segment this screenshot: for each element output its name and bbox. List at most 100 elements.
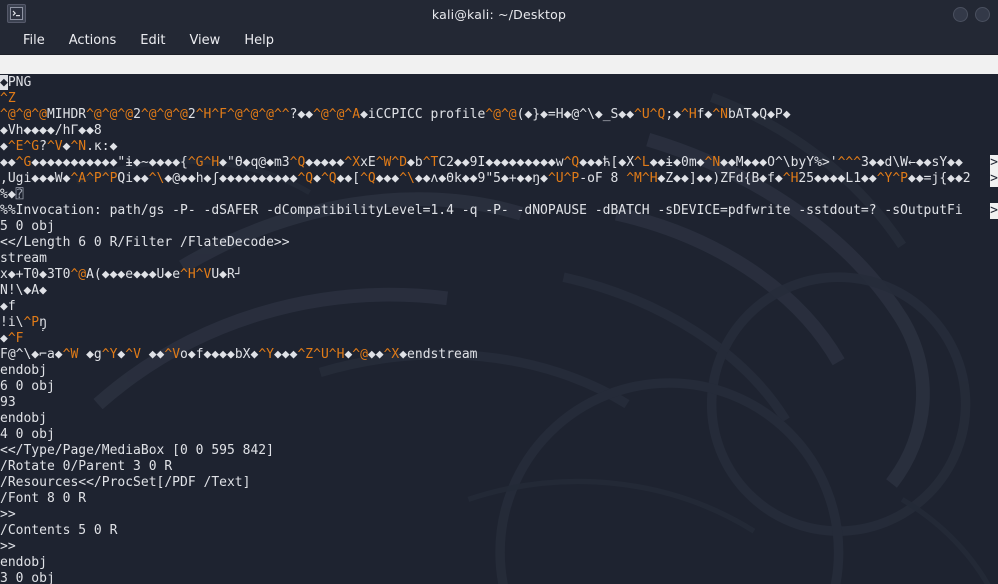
nano-segment-plain: /Resources<</ProcSet[/PDF /Text] — [0, 475, 251, 490]
menu-view[interactable]: View — [178, 30, 231, 52]
nano-segment-ctl: ^H — [681, 107, 697, 122]
nano-line: ◆PNG — [0, 75, 998, 91]
nano-segment-ctl: ^V — [46, 139, 63, 154]
nano-line: /Resources<</ProcSet[/PDF /Text] — [0, 475, 998, 491]
nano-segment-ctl: ^G — [15, 155, 32, 170]
nano-line: /Rotate 0/Parent 3 0 R — [0, 459, 998, 475]
nano-line: 6 0 obj — [0, 379, 998, 395]
nano-segment-plain: ◆◆M◆◆◆O^\byY%>' — [720, 155, 838, 170]
nano-line: ◆^E^G?^V◆^N.к:◆ — [0, 139, 998, 155]
nano-segment-plain: ◆◆ — [140, 347, 165, 362]
nano-segment-plain: ◆Vh◆◆◆◆/hΓ◆◆8 — [0, 123, 102, 138]
nano-segment-plain: ◆ — [313, 171, 321, 186]
nano-segment-plain: bAT◆Q◆P◆ — [727, 107, 791, 122]
nano-segment-ctl: ^M^H — [626, 171, 658, 186]
maximize-button[interactable] — [975, 6, 990, 22]
nano-segment-plain: >> — [0, 539, 16, 554]
nano-segment-ctl: ^Q — [320, 171, 337, 186]
nano-line: ◆f — [0, 299, 998, 315]
nano-segment-plain: f◆ — [696, 107, 713, 122]
nano-segment-plain: ◆g — [78, 347, 102, 362]
nano-segment-plain: 6 0 obj — [0, 379, 55, 394]
nano-segment-plain: ◆iCCPICC profile — [360, 107, 486, 122]
nano-segment-ctl: ^U^P — [547, 171, 580, 186]
terminal-content[interactable]: GNU nano 7.2 flag2of2-final.pdf ◆PNG^Z^@… — [0, 55, 998, 584]
nano-segment-ctl: ^H^V — [180, 267, 212, 282]
nano-line: 3 0 obj — [0, 571, 998, 584]
nano-segment-ctl: ^E^G — [7, 139, 40, 154]
nano-segment-plain: ◆@◆◆h◆ʃ◆◆◆◆◆◆◆◆◆◆ — [164, 171, 298, 186]
nano-segment-ctl: ^F — [7, 331, 24, 346]
nano-segment-plain: ◆ — [0, 331, 8, 346]
window-titlebar: kali@kali: ~/Desktop — [0, 0, 998, 28]
nano-segment-plain: ◆◆ — [367, 347, 384, 362]
nano-segment-plain: MIHDR — [46, 107, 87, 122]
nano-segment-ctl: ^N — [704, 155, 721, 170]
nano-line: %%Invocation: path/gs -P- -dSAFER -dComp… — [0, 203, 998, 219]
nano-text-buffer[interactable]: ◆PNG ^Z ^@^@^@MIHDR^@^@^@2^@^@^@2^H^F^@^@^… — [0, 74, 998, 584]
nano-segment-plain: ◆◆[ — [336, 171, 361, 186]
nano-segment-ctl: ^X — [383, 347, 400, 362]
nano-segment-ctl: ^N — [70, 139, 87, 154]
menu-file[interactable]: File — [12, 30, 56, 52]
nano-line: ◆Vh◆◆◆◆/hΓ◆◆8 — [0, 123, 998, 139]
nano-line: !i\^Pŋ̦ — [0, 315, 998, 331]
nano-segment-plain: ◆◆◆◆◆ — [305, 155, 345, 170]
terminal-window: kali@kali: ~/Desktop File Actions Edit V… — [0, 0, 998, 584]
nano-line: 4 0 obj — [0, 427, 998, 443]
nano-segment-plain: ◆◆=j{◆◆2 — [908, 171, 971, 186]
nano-segment-plain: U◆R┘ — [211, 267, 243, 282]
nano-segment-plain: ◆" — [219, 155, 235, 170]
nano-segment-ctl: ^W — [62, 347, 79, 362]
nano-segment-plain: -oF 8 — [579, 171, 627, 186]
nano-line: endobj — [0, 411, 998, 427]
nano-segment-inv: ◆ — [0, 75, 8, 90]
nano-segment-plain: ,Ugi◆◆◆W◆ — [0, 171, 71, 186]
line-continuation-marker: > — [990, 203, 998, 219]
nano-line: endobj — [0, 363, 998, 379]
nano-segment-ctl: ^L — [634, 155, 650, 170]
window-title: kali@kali: ~/Desktop — [431, 6, 567, 22]
nano-segment-ctl: ^Y — [258, 347, 274, 362]
nano-segment-plain: F@^\◆⌐a◆ — [0, 347, 63, 362]
nano-segment-ctl: ^@^@^@ — [86, 107, 134, 122]
nano-segment-plain: ◆◆ʌ◆Θk◆◆9"5◆+◆◆ŋ◆ — [414, 171, 548, 186]
nano-segment-plain: xE — [360, 155, 376, 170]
menu-actions[interactable]: Actions — [58, 30, 128, 52]
nano-line: x◆+T0◆3T0^@A(◆◆◆e◆◆◆U◆e^H^VU◆R┘ — [0, 267, 998, 283]
nano-segment-plain: ◆◆◆◆◆◆◆◆◆◆◆"ɨ◆~◆◆◆◆{ — [31, 155, 188, 170]
nano-segment-ctl: ^Y — [101, 347, 118, 362]
nano-segment-plain: <</Type/Page/MediaBox [0 0 595 842] — [0, 443, 274, 458]
nano-segment-ctl: ^Q — [563, 155, 580, 170]
nano-line: stream — [0, 251, 998, 267]
nano-line: >> — [0, 539, 998, 555]
nano-segment-plain: ◆◆ — [0, 155, 16, 170]
nano-segment-ctl: ^Z^U^H — [297, 347, 345, 362]
nano-line: endobj — [0, 555, 998, 571]
nano-segment-ctl: ^T — [422, 155, 439, 170]
nano-segment-ctl: ^V — [125, 347, 141, 362]
nano-segment-plain: o◆f◆◆◆◆bX◆ — [180, 347, 259, 362]
nano-line: ◆◆^G◆◆◆◆◆◆◆◆◆◆◆"ɨ◆~◆◆◆◆{^G^H◆"Ө◆q@◆m3^Q◆… — [0, 155, 998, 171]
nano-title-bar: GNU nano 7.2 flag2of2-final.pdf — [0, 55, 998, 74]
nano-segment-ctl: ^H^F^@^@^@^^ — [195, 107, 290, 122]
nano-segment-ctl: ^@ — [70, 267, 87, 282]
nano-segment-plain: ◆◆◆ћ[◆X — [579, 155, 635, 170]
minimize-button[interactable] — [953, 6, 968, 22]
nano-segment-ctl: ^Z — [0, 91, 16, 106]
nano-segment-plain: ◆Z◆◆]◆◆)ZFd{B◆f◆ — [657, 171, 783, 186]
nano-segment-ctl: ^G^H — [187, 155, 220, 170]
nano-segment-ctl: ^A^P^P — [70, 171, 118, 186]
nano-segment-plain: !i\ — [0, 315, 24, 330]
nano-segment-ctl: ^@^@^@ — [0, 107, 47, 122]
menu-edit[interactable]: Edit — [129, 30, 176, 52]
nano-segment-ctl: ^@^@^@ — [140, 107, 188, 122]
menu-help[interactable]: Help — [233, 30, 285, 52]
nano-segment-ctl: ^\ — [399, 171, 415, 186]
nano-line: /Font 8 0 R — [0, 491, 998, 507]
nano-segment-box: ⍰ — [15, 187, 24, 202]
nano-segment-plain: Ө◆q@◆m3 — [234, 155, 290, 170]
nano-segment-ctl: ^V — [164, 347, 181, 362]
nano-segment-ctl: ^^^ — [837, 155, 862, 170]
nano-segment-ctl: ^W^D — [375, 155, 408, 170]
